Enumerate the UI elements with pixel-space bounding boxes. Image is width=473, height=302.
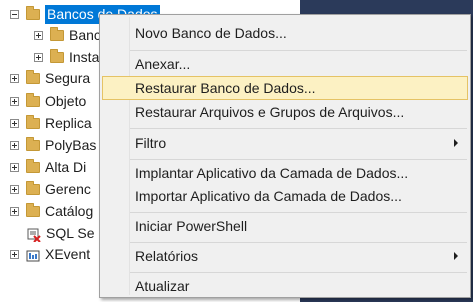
tree-node-security[interactable]: Segura <box>10 67 90 89</box>
tree-node-label: XEvent <box>45 246 91 262</box>
expand-icon[interactable] <box>10 140 19 150</box>
menu-item-new-database[interactable]: Novo Banco de Dados... <box>102 21 468 45</box>
sql-agent-icon <box>27 226 41 243</box>
menu-item-restore-database[interactable]: Restaurar Banco de Dados... <box>102 76 468 100</box>
tree-node-label: PolyBas <box>45 137 97 153</box>
tree-node-management[interactable]: Gerenc <box>10 178 91 200</box>
expand-icon[interactable] <box>10 184 19 194</box>
tree-node-polybase[interactable]: PolyBas <box>10 134 96 156</box>
tree-node-sql-server-agent[interactable]: SQL Se <box>27 222 95 244</box>
tree-node-integration-catalogs[interactable]: Catálog <box>10 200 93 222</box>
menu-item-label: Anexar... <box>135 56 191 72</box>
tree-node-label: SQL Se <box>46 225 95 241</box>
menu-item-filter[interactable]: Filtro <box>102 131 468 155</box>
expand-icon[interactable] <box>10 249 19 259</box>
folder-icon <box>26 158 40 173</box>
ssms-object-explorer: Bancos de Dados Banco Insta Segura Objet… <box>0 0 473 302</box>
collapse-icon[interactable] <box>10 9 19 19</box>
tree-node-server-objects[interactable]: Objeto <box>10 90 86 112</box>
menu-item-label: Iniciar PowerShell <box>135 218 248 234</box>
menu-separator <box>130 128 467 129</box>
folder-icon <box>50 48 64 63</box>
tree-node-label: Replica <box>45 115 92 131</box>
tree-node-replication[interactable]: Replica <box>10 112 92 134</box>
expand-icon[interactable] <box>10 96 19 106</box>
menu-item-restore-files-filegroups[interactable]: Restaurar Arquivos e Grupos de Arquivos.… <box>102 100 468 124</box>
tree-node-label: Insta <box>69 49 100 65</box>
tree-node-label: Alta Di <box>45 159 87 175</box>
expand-icon[interactable] <box>10 73 19 83</box>
menu-item-label: Restaurar Banco de Dados... <box>135 80 316 96</box>
menu-item-deploy-data-tier-app[interactable]: Implantar Aplicativo da Camada de Dados.… <box>102 161 468 185</box>
tree-node-label: Gerenc <box>45 181 91 197</box>
expand-icon[interactable] <box>10 206 19 216</box>
submenu-arrow-icon <box>454 252 458 260</box>
tree-node-database-snapshots[interactable]: Insta <box>34 46 99 68</box>
tree-node-xevent-profiler[interactable]: XEvent <box>10 243 90 265</box>
menu-item-refresh[interactable]: Atualizar <box>102 274 468 298</box>
folder-icon <box>50 26 64 41</box>
menu-item-attach[interactable]: Anexar... <box>102 52 468 76</box>
menu-item-label: Filtro <box>135 135 167 151</box>
menu-item-label: Atualizar <box>135 278 190 294</box>
expand-icon[interactable] <box>34 52 43 62</box>
menu-separator <box>130 50 467 51</box>
folder-icon <box>26 69 40 84</box>
menu-separator <box>130 212 467 213</box>
tree-node-always-on[interactable]: Alta Di <box>10 156 86 178</box>
menu-separator <box>130 242 467 243</box>
folder-icon <box>26 202 40 217</box>
expand-icon[interactable] <box>10 118 19 128</box>
menu-separator <box>130 272 467 273</box>
tree-node-label: Segura <box>45 70 91 86</box>
menu-item-label: Restaurar Arquivos e Grupos de Arquivos.… <box>135 104 405 120</box>
menu-item-label: Relatórios <box>135 248 199 264</box>
folder-icon <box>26 92 40 107</box>
tree-node-system-databases[interactable]: Banco <box>34 24 109 46</box>
submenu-arrow-icon <box>454 139 458 147</box>
menu-separator <box>130 159 467 160</box>
folder-icon <box>26 136 40 151</box>
menu-item-reports[interactable]: Relatórios <box>102 244 468 268</box>
expand-icon[interactable] <box>10 162 19 172</box>
folder-icon <box>26 5 40 20</box>
folder-icon <box>26 114 40 129</box>
tree-node-label: Objeto <box>45 93 87 109</box>
menu-item-label: Novo Banco de Dados... <box>135 25 287 41</box>
menu-item-label: Importar Aplicativo da Camada de Dados..… <box>135 188 402 204</box>
menu-item-start-powershell[interactable]: Iniciar PowerShell <box>102 214 468 238</box>
expand-icon[interactable] <box>34 30 43 40</box>
context-menu: Novo Banco de Dados... Anexar... Restaur… <box>99 14 471 298</box>
menu-item-label: Implantar Aplicativo da Camada de Dados.… <box>135 165 409 181</box>
folder-icon <box>26 180 40 195</box>
tree-node-label: Catálog <box>45 203 94 219</box>
xevent-icon <box>26 247 40 262</box>
menu-item-import-data-tier-app[interactable]: Importar Aplicativo da Camada de Dados..… <box>102 184 468 208</box>
